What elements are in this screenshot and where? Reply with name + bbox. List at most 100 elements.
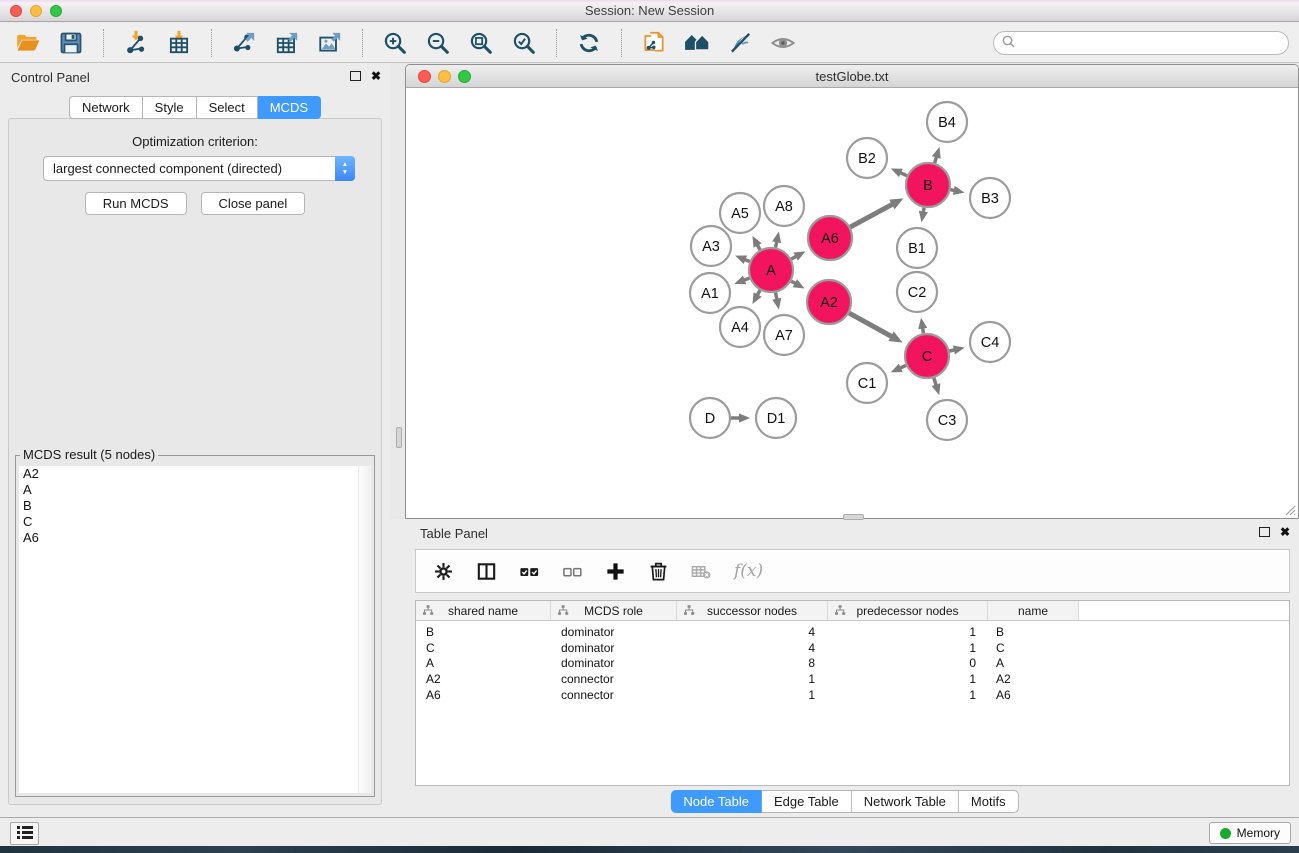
cell[interactable]: A <box>416 656 551 670</box>
cell[interactable]: 1 <box>677 672 828 686</box>
column-header-predecessor-nodes[interactable]: predecessor nodes <box>828 601 988 620</box>
close-panel-button[interactable]: Close panel <box>201 192 306 215</box>
run-mcds-button[interactable]: Run MCDS <box>85 192 187 215</box>
cell[interactable]: A6 <box>988 688 1079 702</box>
cell[interactable]: dominator <box>551 625 677 639</box>
cell[interactable]: A2 <box>416 672 551 686</box>
cell[interactable]: dominator <box>551 641 677 655</box>
cell[interactable]: 1 <box>828 688 988 702</box>
memory-button[interactable]: Memory <box>1209 822 1291 844</box>
table-settings-button[interactable] <box>429 556 457 586</box>
import-table-button[interactable] <box>159 25 199 61</box>
zoom-out-icon <box>425 30 451 56</box>
deselect-all-rows-button[interactable] <box>558 556 586 586</box>
tab-style[interactable]: Style <box>143 96 197 119</box>
cell[interactable]: 1 <box>677 688 828 702</box>
network-window-titlebar[interactable]: testGlobe.txt <box>406 65 1298 88</box>
cell[interactable]: C <box>988 641 1079 655</box>
tab-select[interactable]: Select <box>197 96 258 119</box>
zoom-in-button[interactable] <box>375 25 415 61</box>
optimization-criterion-select[interactable]: largest connected component (directed) ▲… <box>43 156 355 181</box>
select-all-rows-button[interactable] <box>515 556 543 586</box>
toggle-graphics-details-button[interactable] <box>720 25 760 61</box>
control-panel: Control Panel ✖ NetworkStyleSelectMCDS O… <box>0 63 390 818</box>
cell[interactable]: 0 <box>828 656 988 670</box>
edge-A6-B[interactable] <box>850 204 893 228</box>
table-panel: Table Panel ✖ f(x) shared nameMCDS roles… <box>390 519 1299 818</box>
show-hide-panels-button[interactable] <box>763 25 803 61</box>
table-row[interactable]: A2connector11A2 <box>416 671 1289 687</box>
panel-divider-handle-vertical[interactable] <box>396 427 402 448</box>
mcds-result-item[interactable]: A <box>19 482 371 498</box>
import-network-button[interactable] <box>116 25 156 61</box>
cell[interactable]: B <box>416 625 551 639</box>
close-panel-icon[interactable]: ✖ <box>1280 526 1290 538</box>
export-network-button[interactable] <box>224 25 264 61</box>
column-header-successor-nodes[interactable]: successor nodes <box>677 601 828 620</box>
zoom-out-button[interactable] <box>418 25 458 61</box>
edge-A2-C[interactable] <box>849 313 893 337</box>
mcds-result-item[interactable]: C <box>19 514 371 530</box>
tab-mcds[interactable]: MCDS <box>258 96 321 119</box>
tab-motifs[interactable]: Motifs <box>959 790 1019 813</box>
console-list-icon <box>16 824 34 843</box>
tab-network[interactable]: Network <box>69 96 143 119</box>
create-column-button[interactable] <box>601 556 629 586</box>
zoom-fit-button[interactable] <box>461 25 501 61</box>
column-header-name[interactable]: name <box>988 601 1079 620</box>
cell[interactable]: 1 <box>828 641 988 655</box>
network-canvas[interactable]: B4B2BB3A8A5A6A3B1AA1C2A2A4A7C4CC1DD1C3 <box>406 88 1298 518</box>
cell[interactable]: dominator <box>551 656 677 670</box>
export-image-button[interactable] <box>310 25 350 61</box>
mcds-result-item[interactable]: A6 <box>19 530 371 546</box>
search-input[interactable] <box>1019 34 1288 52</box>
open-session-button[interactable] <box>8 25 48 61</box>
cell[interactable]: 4 <box>677 625 828 639</box>
cell[interactable]: 1 <box>828 672 988 686</box>
mcds-result-item[interactable]: B <box>19 498 371 514</box>
cell[interactable]: A6 <box>416 688 551 702</box>
float-panel-icon[interactable] <box>1259 527 1270 537</box>
show-console-button[interactable] <box>10 822 39 845</box>
edge-arrowhead <box>772 231 781 243</box>
node-label: C1 <box>858 376 877 392</box>
cell[interactable]: 1 <box>828 625 988 639</box>
save-session-button[interactable] <box>51 25 91 61</box>
column-header-shared-name[interactable]: shared name <box>416 601 551 620</box>
apply-layout-button[interactable] <box>569 25 609 61</box>
new-network-from-selection-button[interactable] <box>634 25 674 61</box>
panel-divider-handle-horizontal[interactable] <box>843 514 864 520</box>
resize-grip-icon[interactable] <box>1283 503 1296 516</box>
zoom-selected-button[interactable] <box>504 25 544 61</box>
tab-edge-table[interactable]: Edge Table <box>762 790 852 813</box>
table-row[interactable]: Cdominator41C <box>416 640 1289 656</box>
float-panel-icon[interactable] <box>350 71 361 81</box>
table-row[interactable]: Bdominator41B <box>416 624 1289 640</box>
search-box[interactable] <box>993 31 1289 55</box>
table-body: Bdominator41BCdominator41CAdominator80AA… <box>416 621 1289 703</box>
mcds-buttons-row: Run MCDS Close panel <box>9 192 381 215</box>
close-panel-icon[interactable]: ✖ <box>371 70 381 82</box>
tab-network-table[interactable]: Network Table <box>852 790 959 813</box>
cell[interactable]: connector <box>551 672 677 686</box>
mcds-result-item[interactable]: A2 <box>19 466 371 482</box>
result-list-scrollbar[interactable] <box>358 466 371 793</box>
cell[interactable]: 4 <box>677 641 828 655</box>
network-graph-svg[interactable]: B4B2BB3A8A5A6A3B1AA1C2A2A4A7C4CC1DD1C3 <box>406 88 1298 518</box>
table-row[interactable]: Adominator80A <box>416 656 1289 672</box>
cell[interactable]: A2 <box>988 672 1079 686</box>
cell[interactable]: 8 <box>677 656 828 670</box>
cell[interactable]: connector <box>551 688 677 702</box>
show-columns-button[interactable] <box>472 556 500 586</box>
tab-node-table[interactable]: Node Table <box>670 790 762 813</box>
column-header-mcds-role[interactable]: MCDS role <box>551 601 677 620</box>
first-neighbors-button[interactable] <box>677 25 717 61</box>
mcds-result-list[interactable]: A2ABCA6 <box>19 466 371 793</box>
cell[interactable]: B <box>988 625 1079 639</box>
cell[interactable]: C <box>416 641 551 655</box>
delete-columns-button[interactable] <box>644 556 672 586</box>
cell[interactable]: A <box>988 656 1079 670</box>
export-table-button[interactable] <box>267 25 307 61</box>
table-row[interactable]: A6connector11A6 <box>416 687 1289 703</box>
node-label: C2 <box>908 285 927 301</box>
